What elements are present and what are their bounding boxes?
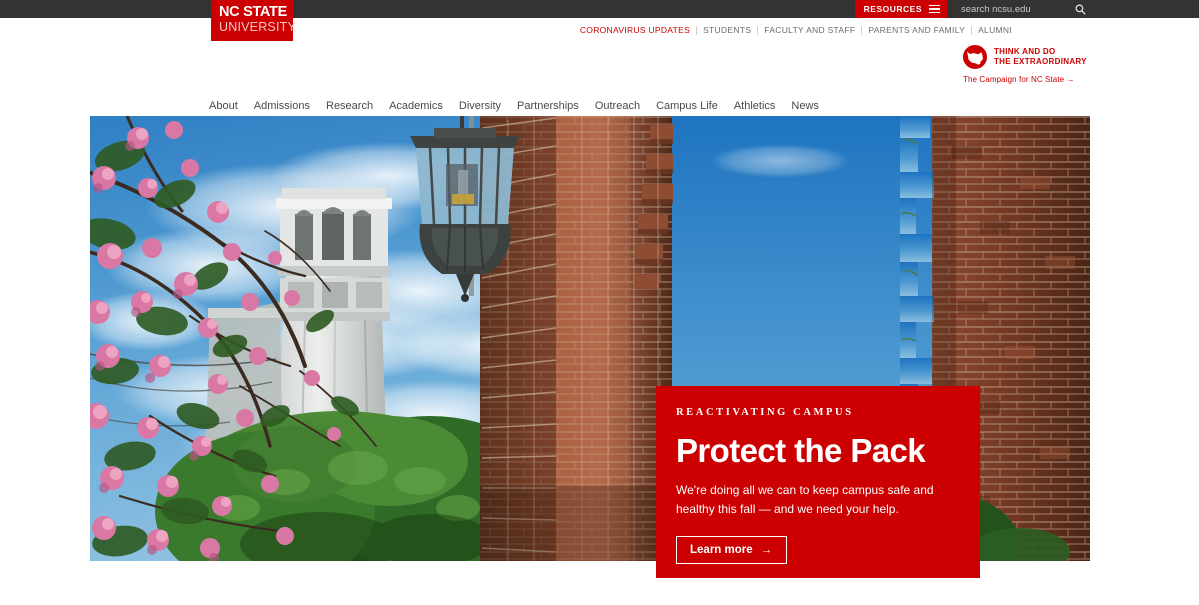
campaign-line-2: THE EXTRAORDINARY xyxy=(994,57,1087,66)
search-icon[interactable] xyxy=(1075,4,1086,15)
campaign-top-row: THINK AND DO THE EXTRAORDINARY xyxy=(963,45,1088,69)
resources-button[interactable]: RESOURCES xyxy=(854,0,947,18)
nav-item-about[interactable]: About xyxy=(209,97,254,115)
nav-item-research[interactable]: Research xyxy=(326,97,389,115)
campaign-line-1: THINK AND DO xyxy=(994,47,1056,56)
arrow-right-icon: → xyxy=(760,544,773,556)
nav-item-academics[interactable]: Academics xyxy=(389,97,459,115)
main-navigation: About Admissions Research Academics Dive… xyxy=(209,97,835,115)
wolf-icon xyxy=(963,45,987,69)
utility-link-parents-and-family[interactable]: PARENTS AND FAMILY xyxy=(862,25,971,35)
learn-more-button[interactable]: Learn more → xyxy=(676,536,788,564)
nav-item-admissions[interactable]: Admissions xyxy=(254,97,326,115)
nav-item-news[interactable]: News xyxy=(791,97,835,115)
utility-link-students[interactable]: STUDENTS xyxy=(697,25,757,35)
search-input[interactable] xyxy=(961,3,1049,15)
nav-item-partnerships[interactable]: Partnerships xyxy=(517,97,595,115)
utility-link-faculty-and-staff[interactable]: FACULTY AND STAFF xyxy=(758,25,861,35)
utility-link-alumni[interactable]: ALUMNI xyxy=(972,25,1018,35)
hero-card: REACTIVATING CAMPUS Protect the Pack We'… xyxy=(656,386,980,578)
campaign-badge[interactable]: THINK AND DO THE EXTRAORDINARY The Campa… xyxy=(963,45,1088,84)
hero-eyebrow: REACTIVATING CAMPUS xyxy=(676,407,854,418)
logo-line-2: UNIVERSITY xyxy=(219,20,297,34)
utility-link-coronavirus[interactable]: CORONAVIRUS UPDATES xyxy=(574,25,696,35)
topbar-right-group: RESOURCES xyxy=(854,0,1094,18)
campaign-subtitle[interactable]: The Campaign for NC State → xyxy=(963,75,1088,84)
learn-more-label: Learn more xyxy=(690,544,753,556)
nav-item-diversity[interactable]: Diversity xyxy=(459,97,517,115)
nav-item-outreach[interactable]: Outreach xyxy=(595,97,656,115)
search-box[interactable] xyxy=(947,0,1094,18)
nc-state-logo[interactable]: NC STATE UNIVERSITY xyxy=(211,0,297,41)
campaign-wordmark: THINK AND DO THE EXTRAORDINARY xyxy=(994,47,1087,67)
resources-label: RESOURCES xyxy=(863,4,922,14)
hero-description: We're doing all we can to keep campus sa… xyxy=(676,483,934,516)
logo-line-1: NC STATE xyxy=(219,4,287,20)
hamburger-icon[interactable] xyxy=(929,4,940,14)
utility-links: CORONAVIRUS UPDATES STUDENTS FACULTY AND… xyxy=(574,25,1018,35)
nav-item-athletics[interactable]: Athletics xyxy=(734,97,792,115)
hero-title: Protect the Pack xyxy=(676,432,926,469)
nav-item-campus-life[interactable]: Campus Life xyxy=(656,97,734,115)
